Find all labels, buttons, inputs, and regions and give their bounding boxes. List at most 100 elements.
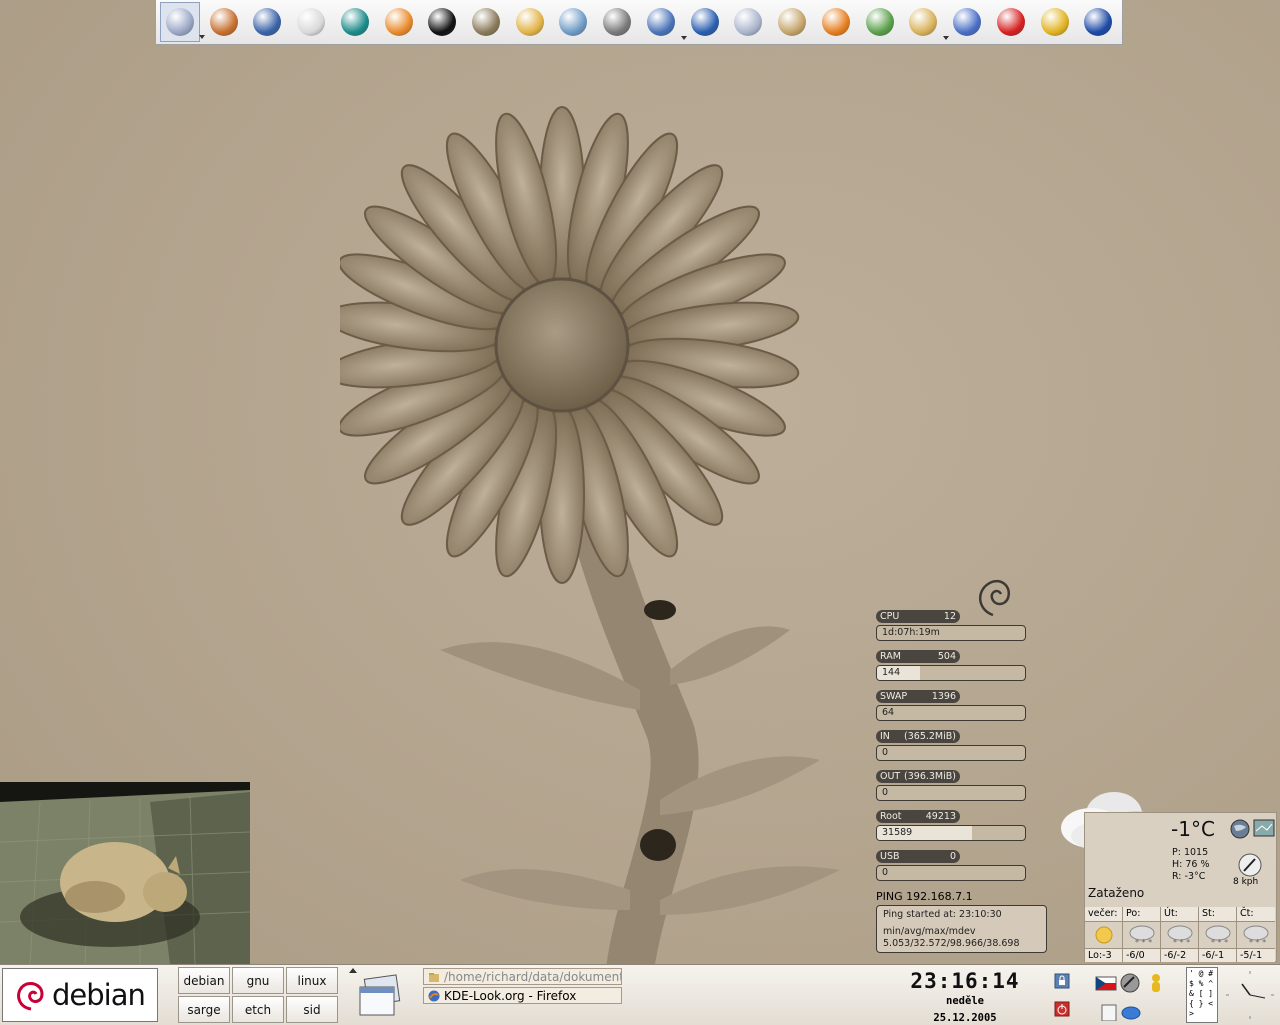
desktop-pager: debian gnu linux sarge etch sid	[178, 967, 338, 1023]
analog-clock[interactable]	[1222, 967, 1278, 1023]
character-selector[interactable]: ' @ # $ % ^ & [ ] { } < >	[1186, 967, 1218, 1023]
desktop-gnu[interactable]: gnu	[232, 967, 284, 994]
forecast-temp: -6/-1	[1199, 948, 1236, 962]
desktop-debian[interactable]: debian	[178, 967, 230, 994]
globe-launcher-button[interactable]	[1078, 2, 1118, 42]
ram-header: RAM 504	[876, 650, 960, 663]
inkscape-launcher-button[interactable]	[422, 2, 462, 42]
palette-launcher-button[interactable]	[510, 2, 550, 42]
edit-icon	[646, 8, 675, 36]
settings-icon[interactable]	[1120, 973, 1140, 993]
kde-menu-launcher-button[interactable]	[160, 2, 205, 42]
edit-launcher-button[interactable]	[641, 2, 687, 42]
camera-launcher-button[interactable]	[597, 2, 637, 42]
camera-icon	[603, 8, 632, 36]
usb-bar: 0	[876, 865, 1026, 881]
globe-icon[interactable]	[1230, 819, 1250, 839]
weather-widget[interactable]: -1°C P: 1015 H: 76 % R: -3°C 8 kph Zataž…	[1084, 812, 1277, 962]
kmenu-button[interactable]: debian	[2, 968, 158, 1022]
chart-launcher-button[interactable]	[685, 2, 725, 42]
task-label: KDE-Look.org - Firefox	[444, 988, 577, 1003]
wind-compass-icon	[1238, 853, 1262, 877]
out-label: OUT	[880, 771, 901, 782]
ram-max: 504	[937, 651, 956, 662]
keyboard-layout-icon[interactable]	[1095, 976, 1117, 991]
system-tray	[1095, 973, 1160, 1021]
lock-screen-icon[interactable]	[1054, 973, 1070, 989]
forecast-day: večer: Lo:-3	[1085, 907, 1123, 962]
home-launcher-button[interactable]	[204, 2, 244, 42]
document-launcher-button[interactable]	[291, 2, 331, 42]
ram-value: 144	[882, 667, 901, 678]
file-manager-launcher-button[interactable]	[903, 2, 950, 42]
gimp-launcher-button[interactable]	[466, 2, 506, 42]
clock-day: neděle	[946, 995, 984, 1007]
task-button[interactable]: KDE-Look.org - Firefox	[423, 987, 622, 1004]
ram-monitor: RAM 504 144	[876, 650, 1026, 681]
ping-stats-header: min/avg/max/mdev	[883, 926, 976, 937]
desktop-etch[interactable]: etch	[232, 996, 284, 1023]
root-bar: 31589	[876, 825, 1026, 841]
blender-launcher-button[interactable]	[379, 2, 419, 42]
balls-launcher-button[interactable]	[860, 2, 900, 42]
kopete-icon[interactable]	[1152, 974, 1160, 992]
package-launcher-button[interactable]	[772, 2, 812, 42]
network-tray-icon[interactable]	[1121, 1006, 1141, 1020]
quick-launch-bar	[155, 0, 1123, 45]
cat-photo	[0, 782, 250, 964]
messenger-launcher-button[interactable]	[1035, 2, 1075, 42]
svg-text:* * *: * * *	[1211, 938, 1228, 947]
forecast-day-label: St:	[1199, 907, 1236, 922]
out-value: 0	[882, 787, 889, 798]
ram-bar: 144	[876, 665, 1026, 681]
in-value: 0	[882, 747, 889, 758]
usb-monitor: USB 0 0	[876, 850, 1026, 881]
usb-header: USB 0	[876, 850, 960, 863]
weather-temperature: -1°C	[1171, 817, 1215, 841]
media-player-launcher-button[interactable]	[816, 2, 856, 42]
desktop-sarge[interactable]: sarge	[178, 996, 230, 1023]
forecast-day-label: Čt:	[1237, 907, 1275, 922]
eye-launcher-button[interactable]	[335, 2, 375, 42]
snow-cloud-icon: * * *	[1167, 925, 1192, 947]
task-button[interactable]: /home/richard/data/dokumenty	[423, 968, 622, 985]
desktop-sid[interactable]: sid	[286, 996, 338, 1023]
weather-realfeel: R: -3°C	[1172, 871, 1206, 882]
network-launcher-button[interactable]	[947, 2, 987, 42]
clipboard-icon[interactable]	[1101, 1004, 1117, 1021]
swap-label: SWAP	[880, 691, 908, 702]
kicker-panel: debian debian gnu linux sarge etch sid /home/…	[0, 964, 1280, 1025]
konqueror-launcher-button[interactable]	[247, 2, 287, 42]
kmenu-label: debian	[52, 978, 146, 1012]
forecast-temp: -6/-2	[1161, 948, 1198, 962]
close-x-launcher-button[interactable]	[991, 2, 1031, 42]
debian-swirl-icon	[979, 579, 1011, 617]
desktop-linux[interactable]: linux	[286, 967, 338, 994]
root-header: Root 49213	[876, 810, 960, 823]
radar-map-icon[interactable]	[1253, 819, 1275, 837]
debian-logo-icon	[17, 982, 44, 1011]
weather-forecast: večer: Lo:-3 Po: * * * -6/0 Út: * * * -6/-2 St: *…	[1085, 907, 1276, 962]
root-max: 49213	[925, 811, 956, 822]
cpu-bar: 1d:07h:19m	[876, 625, 1026, 641]
in-bar: 0	[876, 745, 1026, 761]
snow-cloud-icon: * * *	[1243, 925, 1269, 947]
window-list-icon[interactable]	[356, 973, 402, 1019]
in-monitor: IN (365.2MiB) 0	[876, 730, 1026, 761]
folder-icon	[429, 972, 439, 982]
ping-header: PING 192.168.7.1	[876, 890, 996, 903]
logout-icon[interactable]	[1054, 1001, 1070, 1017]
swap-max: 1396	[931, 691, 956, 702]
forecast-day: St: * * * -6/-1	[1199, 907, 1237, 962]
out-header: OUT (396.3MiB)	[876, 770, 960, 783]
balls-icon	[865, 8, 894, 36]
calendar-launcher-button[interactable]	[729, 2, 769, 42]
image-viewer-launcher-button[interactable]	[554, 2, 594, 42]
usb-label: USB	[880, 851, 900, 862]
digital-clock[interactable]: 23:16:14 neděle 25.12.2005	[900, 969, 1030, 1024]
calendar-icon	[734, 8, 763, 36]
out-monitor: OUT (396.3MiB) 0	[876, 770, 1026, 801]
weather-condition: Zataženo	[1088, 886, 1145, 900]
ping-label: PING	[876, 890, 903, 903]
ping-host: 192.168.7.1	[906, 890, 973, 903]
